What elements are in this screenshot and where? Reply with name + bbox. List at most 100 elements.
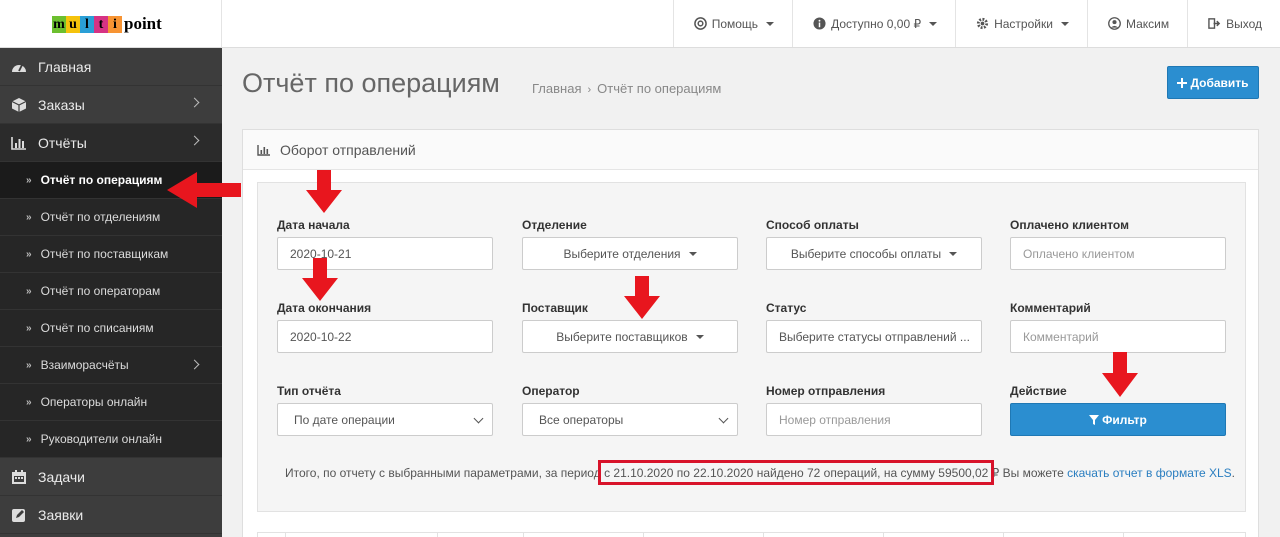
page-title: Отчёт по операциям — [242, 68, 500, 98]
logo[interactable]: m u l t i point — [0, 0, 222, 48]
supplier-value: Выберите поставщиков — [556, 329, 688, 344]
sidebar-item-home[interactable]: Главная — [0, 48, 222, 86]
end-date-value: 2020-10-22 — [290, 329, 352, 344]
double-chevron-icon: » — [26, 174, 32, 186]
logout-label: Выход — [1226, 16, 1262, 31]
department-value: Выберите отделения — [563, 246, 681, 261]
report-panel: Оборот отправлений Дата начала 2020-10-2… — [242, 129, 1259, 537]
chevron-right-icon — [189, 97, 200, 108]
status-dropdown[interactable]: Выберите статусы отправлений ... — [766, 320, 982, 353]
sidebar-subitem-settlements[interactable]: » Взаиморасчёты — [0, 347, 222, 384]
sidebar-sublabel: Взаиморасчёты — [40, 358, 129, 372]
edit-icon — [12, 508, 25, 522]
payment-method-dropdown[interactable]: Выберите способы оплаты — [766, 237, 982, 270]
user-menu[interactable]: Максим — [1086, 0, 1187, 47]
double-chevron-icon: » — [26, 211, 32, 223]
operator-select[interactable]: Все операторы — [522, 403, 738, 436]
sidebar-sublabel: Руководители онлайн — [40, 432, 162, 446]
status-value: Выберите статусы отправлений ... — [779, 329, 970, 344]
annotation-highlight-box — [598, 460, 994, 485]
summary-suffix: Вы можете — [999, 466, 1068, 480]
double-chevron-icon: » — [26, 433, 32, 445]
sidebar-sublabel: Отчёт по операторам — [40, 284, 161, 298]
settings-menu[interactable]: Настройки — [955, 0, 1087, 47]
table-header-cell — [644, 533, 764, 537]
sidebar: Главная Заказы Отчёты » Отчёт по операция… — [0, 48, 222, 537]
panel-header: Оборот отправлений — [243, 130, 1258, 170]
breadcrumb-home-link[interactable]: Главная — [532, 81, 581, 96]
results-table-header — [257, 532, 1246, 537]
bar-chart-icon — [11, 136, 26, 150]
plus-icon — [1177, 77, 1188, 88]
summary-prefix: Итого, по отчету с выбранными параметрам… — [285, 466, 605, 480]
sidebar-label: Задачи — [38, 468, 86, 485]
download-xls-link[interactable]: скачать отчет в формате XLS — [1067, 466, 1232, 480]
filter-button-label: Фильтр — [1102, 412, 1147, 427]
tracking-number-label: Номер отправления — [766, 384, 886, 398]
top-nav: Помощь Доступно 0,00 ₽ Настройки Максим … — [672, 0, 1280, 47]
paid-by-client-input[interactable]: Оплачено клиентом — [1010, 237, 1226, 270]
sidebar-sublabel: Операторы онлайн — [40, 395, 148, 409]
report-type-select[interactable]: По дате операции — [277, 403, 493, 436]
sidebar-sublabel: Отчёт по операциям — [40, 173, 163, 187]
info-icon — [813, 17, 826, 30]
logout-button[interactable]: Выход — [1187, 0, 1280, 47]
dashboard-icon — [12, 64, 26, 72]
caret-down-icon — [695, 334, 704, 339]
sidebar-subitem-managers-online[interactable]: » Руководители онлайн — [0, 421, 222, 458]
end-date-label: Дата окончания — [277, 301, 372, 315]
tracking-number-input[interactable]: Номер отправления — [766, 403, 982, 436]
lifebuoy-icon — [693, 17, 707, 30]
chevron-down-icon — [473, 413, 484, 424]
sidebar-label: Заявки — [38, 506, 84, 523]
help-menu[interactable]: Помощь — [672, 0, 792, 47]
operator-value: Все операторы — [539, 412, 624, 427]
double-chevron-icon: » — [26, 359, 32, 371]
sidebar-item-requests[interactable]: Заявки — [0, 496, 222, 534]
comment-input[interactable]: Комментарий — [1010, 320, 1226, 353]
department-dropdown[interactable]: Выберите отделения — [522, 237, 738, 270]
comment-placeholder: Комментарий — [1023, 329, 1099, 344]
sidebar-subitem-suppliers-report[interactable]: » Отчёт по поставщикам — [0, 236, 222, 273]
payment-method-label: Способ оплаты — [766, 218, 859, 232]
report-type-label: Тип отчёта — [277, 384, 341, 398]
logo-letter: u — [66, 15, 80, 33]
top-bar: m u l t i point Помощь Доступно 0,00 ₽ Н… — [0, 0, 1280, 48]
end-date-input[interactable]: 2020-10-22 — [277, 320, 493, 353]
caret-down-icon — [688, 251, 697, 256]
table-header-cell — [286, 533, 438, 537]
chevron-down-icon — [718, 413, 729, 424]
annotation-arrow-down-icon — [302, 258, 338, 301]
tracking-number-placeholder: Номер отправления — [779, 412, 891, 427]
sidebar-item-tasks[interactable]: Задачи — [0, 458, 222, 496]
cube-icon — [11, 97, 27, 112]
double-chevron-icon: » — [26, 396, 32, 408]
user-name: Максим — [1125, 16, 1170, 31]
filter-button[interactable]: Фильтр — [1010, 403, 1226, 436]
status-label: Статус — [766, 301, 807, 315]
help-label: Помощь — [711, 16, 759, 31]
caret-down-icon — [929, 21, 938, 26]
summary-end: . — [1231, 466, 1235, 480]
sidebar-subitem-writeoffs-report[interactable]: » Отчёт по списаниям — [0, 310, 222, 347]
sidebar-subitem-operators-online[interactable]: » Операторы онлайн — [0, 384, 222, 421]
sidebar-item-orders[interactable]: Заказы — [0, 86, 222, 124]
panel-title: Оборот отправлений — [280, 141, 416, 158]
annotation-arrow-left-icon — [167, 172, 241, 208]
add-button[interactable]: Добавить — [1167, 66, 1259, 99]
user-circle-icon — [1108, 17, 1121, 30]
operator-label: Оператор — [522, 384, 580, 398]
department-label: Отделение — [522, 218, 587, 232]
payment-method-value: Выберите способы оплаты — [790, 246, 942, 261]
sidebar-item-reports[interactable]: Отчёты — [0, 124, 222, 162]
annotation-arrow-down-icon — [1102, 352, 1138, 397]
logo-letter: i — [108, 15, 122, 33]
table-header-cell — [1004, 533, 1124, 537]
filter-form: Дата начала 2020-10-21 Отделение Выберит… — [257, 182, 1246, 512]
balance-menu[interactable]: Доступно 0,00 ₽ — [792, 0, 955, 47]
supplier-dropdown[interactable]: Выберите поставщиков — [522, 320, 738, 353]
annotation-arrow-down-icon — [624, 276, 660, 319]
table-header-cell — [524, 533, 644, 537]
logo-letter: t — [94, 15, 108, 33]
sidebar-subitem-operators-report[interactable]: » Отчёт по операторам — [0, 273, 222, 310]
